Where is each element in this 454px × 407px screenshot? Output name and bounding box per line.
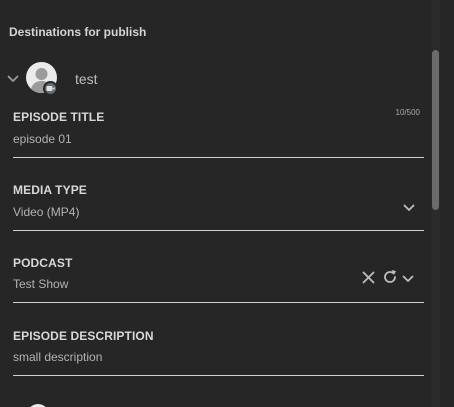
chevron-down-icon[interactable]: [402, 274, 414, 284]
episode-description-field[interactable]: EPISODE DESCRIPTION small description: [13, 323, 424, 376]
scrollbar-thumb[interactable]: [432, 50, 439, 210]
account-avatar: [22, 62, 58, 96]
podcast-select[interactable]: PODCAST Test Show: [13, 250, 424, 303]
clear-icon[interactable]: [361, 270, 375, 284]
media-type-value: Video (MP4): [13, 205, 80, 219]
account-name: test: [75, 71, 98, 87]
chevron-down-icon[interactable]: [403, 203, 415, 213]
podcast-label: PODCAST: [13, 256, 73, 270]
character-counter: 10/500: [395, 108, 420, 117]
media-type-label: MEDIA TYPE: [13, 183, 87, 197]
chevron-down-icon[interactable]: [6, 73, 19, 86]
video-camera-icon: [43, 81, 58, 96]
podcast-value: Test Show: [13, 277, 69, 291]
section-heading: Destinations for publish: [9, 25, 147, 39]
account-row[interactable]: test: [6, 62, 206, 96]
media-type-select[interactable]: MEDIA TYPE Video (MP4): [13, 177, 424, 231]
episode-description-input[interactable]: small description: [13, 350, 102, 364]
episode-title-input[interactable]: episode 01: [13, 132, 72, 146]
publish-destinations-panel: Destinations for publish test EPISODE TI…: [0, 0, 454, 407]
episode-description-label: EPISODE DESCRIPTION: [13, 329, 154, 343]
refresh-icon[interactable]: [382, 269, 398, 285]
episode-title-field[interactable]: EPISODE TITLE 10/500 episode 01: [13, 104, 424, 158]
episode-title-label: EPISODE TITLE: [13, 110, 105, 124]
